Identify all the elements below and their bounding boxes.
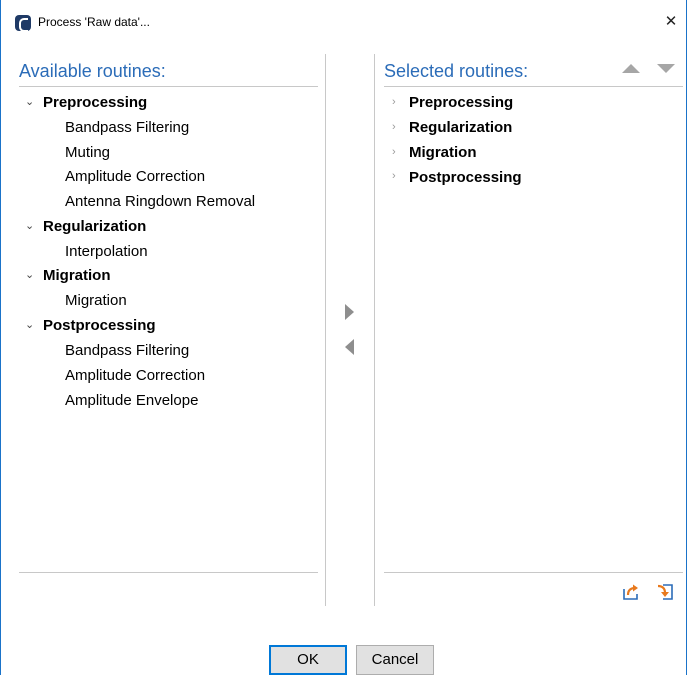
title-bar: Process 'Raw data'... ✕ [1,0,686,48]
arrow-right-icon[interactable] [345,304,354,320]
tree-item[interactable]: Bandpass Filtering [65,119,189,136]
tree-item[interactable]: Amplitude Envelope [65,392,198,409]
close-button[interactable]: ✕ [662,12,680,32]
chevron-right-icon[interactable]: › [392,121,396,133]
tree-group-preprocessing[interactable]: Preprocessing [43,94,147,111]
available-heading-divider [19,86,318,87]
arrow-left-icon[interactable] [345,339,354,355]
selected-heading-divider [384,86,683,87]
chevron-down-icon[interactable]: ⌄ [25,268,34,281]
chevron-right-icon[interactable]: › [392,96,396,108]
tree-group-migration[interactable]: Migration [409,144,477,161]
chevron-right-icon[interactable]: › [392,146,396,158]
chevron-down-icon[interactable]: ⌄ [25,219,34,232]
available-routines-heading: Available routines: [19,61,166,81]
window-title: Process 'Raw data'... [38,15,150,29]
tree-item[interactable]: Antenna Ringdown Removal [65,193,255,210]
right-splitter [374,54,375,606]
arrow-down-icon[interactable] [657,64,675,73]
available-bottom-divider [19,572,318,573]
chevron-down-icon[interactable]: ⌄ [25,318,34,331]
tree-item[interactable]: Migration [65,292,127,309]
tree-item[interactable]: Muting [65,144,110,161]
tree-item[interactable]: Amplitude Correction [65,367,205,384]
process-dialog: Process 'Raw data'... ✕ Available routin… [0,0,687,675]
app-logo-icon [15,15,31,32]
cancel-button[interactable]: Cancel [356,645,434,675]
tree-group-postprocessing[interactable]: Postprocessing [409,169,522,186]
selected-routines-heading: Selected routines: [384,61,529,81]
selected-bottom-divider [384,572,683,573]
tree-group-postprocessing[interactable]: Postprocessing [43,317,156,334]
export-icon[interactable] [622,583,640,601]
tree-group-migration[interactable]: Migration [43,267,111,284]
ok-button[interactable]: OK [269,645,347,675]
tree-group-regularization[interactable]: Regularization [43,218,146,235]
chevron-down-icon[interactable]: ⌄ [25,95,34,108]
import-icon[interactable] [656,583,674,601]
chevron-right-icon[interactable]: › [392,170,396,182]
tree-item[interactable]: Bandpass Filtering [65,342,189,359]
arrow-up-icon[interactable] [622,64,640,73]
tree-item[interactable]: Amplitude Correction [65,168,205,185]
left-splitter [325,54,326,606]
tree-group-preprocessing[interactable]: Preprocessing [409,94,513,111]
tree-group-regularization[interactable]: Regularization [409,119,512,136]
tree-item[interactable]: Interpolation [65,243,148,260]
